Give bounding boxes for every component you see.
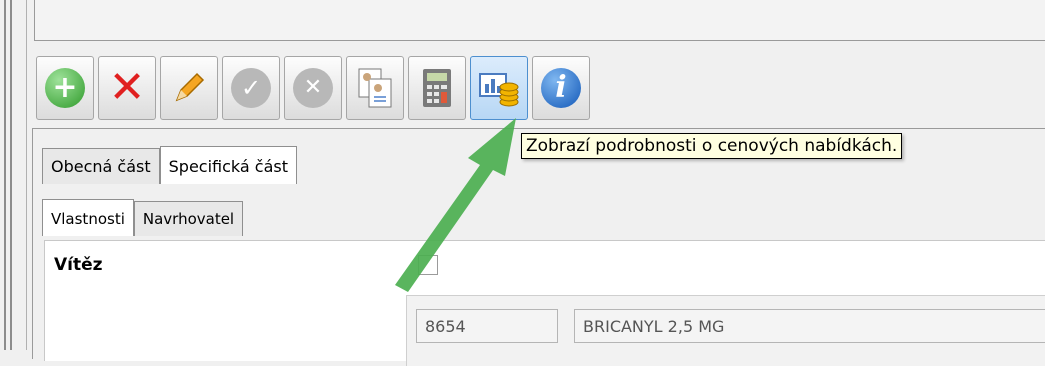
- window-border-inner: [10, 0, 12, 350]
- check-icon: ✓: [231, 68, 271, 108]
- info-button[interactable]: i: [532, 56, 590, 120]
- copy-button[interactable]: [346, 56, 404, 120]
- calculator-icon: [423, 69, 451, 107]
- tab-specificka-cast[interactable]: Specifická část: [159, 146, 297, 184]
- delete-button[interactable]: ✕: [98, 56, 156, 120]
- info-icon: i: [541, 68, 581, 108]
- pencil-icon: [175, 72, 205, 102]
- edit-button[interactable]: [160, 56, 218, 120]
- calculator-button[interactable]: [408, 56, 466, 120]
- confirm-button[interactable]: ✓: [222, 56, 280, 120]
- document-copy-icon: [358, 68, 392, 108]
- sub-tabs: Vlastnosti Navrhovatel: [42, 199, 244, 236]
- tab-vlastnosti[interactable]: Vlastnosti: [42, 199, 134, 236]
- splitter-line: [26, 0, 27, 350]
- vitez-checkbox[interactable]: [418, 255, 438, 275]
- cancel-button[interactable]: ✕: [284, 56, 342, 120]
- plus-icon: +: [45, 68, 85, 108]
- name-field[interactable]: BRICANYL 2,5 MG: [574, 309, 1045, 343]
- toolbar: + ✕ ✓ ✕ i: [36, 56, 590, 126]
- main-tabs: Obecná část Specifická část: [42, 146, 297, 184]
- code-field[interactable]: 8654: [416, 309, 558, 343]
- window-border-left: [4, 0, 6, 350]
- add-button[interactable]: +: [36, 56, 94, 120]
- tab-obecna-cast[interactable]: Obecná část: [42, 148, 160, 184]
- vitez-label: Vítěz: [54, 255, 103, 275]
- tooltip: Zobrazí podrobnosti o cenových nabídkách…: [521, 133, 903, 159]
- cancel-icon: ✕: [293, 68, 333, 108]
- top-panel: [34, 0, 1045, 41]
- chart-coins-icon: [479, 73, 519, 107]
- tab-navrhovatel[interactable]: Navrhovatel: [133, 201, 244, 236]
- x-icon: ✕: [108, 62, 146, 113]
- price-offers-button[interactable]: [470, 56, 528, 120]
